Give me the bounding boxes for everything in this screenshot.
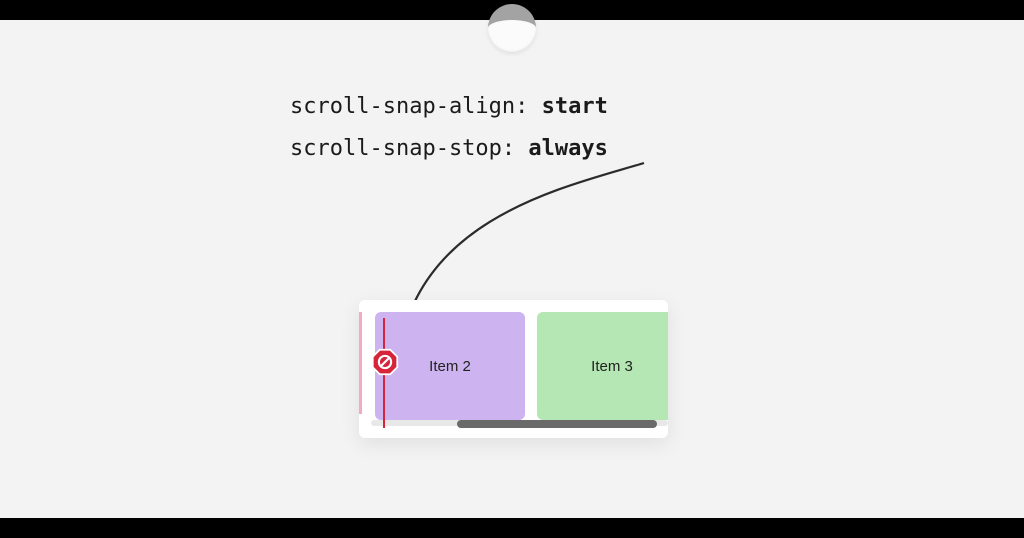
code-val-2: always: [528, 136, 607, 161]
scroll-inner: Item 2 Item 3: [359, 300, 668, 438]
scrollbar-thumb[interactable]: [457, 420, 657, 428]
code-line-1: scroll-snap-align: start: [290, 86, 608, 128]
letterbox-bottom: [0, 518, 1024, 538]
scroll-container-demo[interactable]: Item 2 Item 3: [359, 300, 668, 438]
scroll-item-3: Item 3: [537, 312, 668, 420]
code-line-2: scroll-snap-stop: always: [290, 128, 608, 170]
css-code-block: scroll-snap-align: start scroll-snap-sto…: [290, 86, 608, 170]
item-3-label: Item 3: [591, 358, 633, 375]
code-val-1: start: [542, 94, 608, 119]
stop-sign-icon: [371, 348, 399, 376]
drag-handle-pill: [488, 4, 536, 52]
code-prop-2: scroll-snap-stop:: [290, 136, 528, 161]
item-2-label: Item 2: [429, 358, 471, 375]
code-prop-1: scroll-snap-align:: [290, 94, 542, 119]
